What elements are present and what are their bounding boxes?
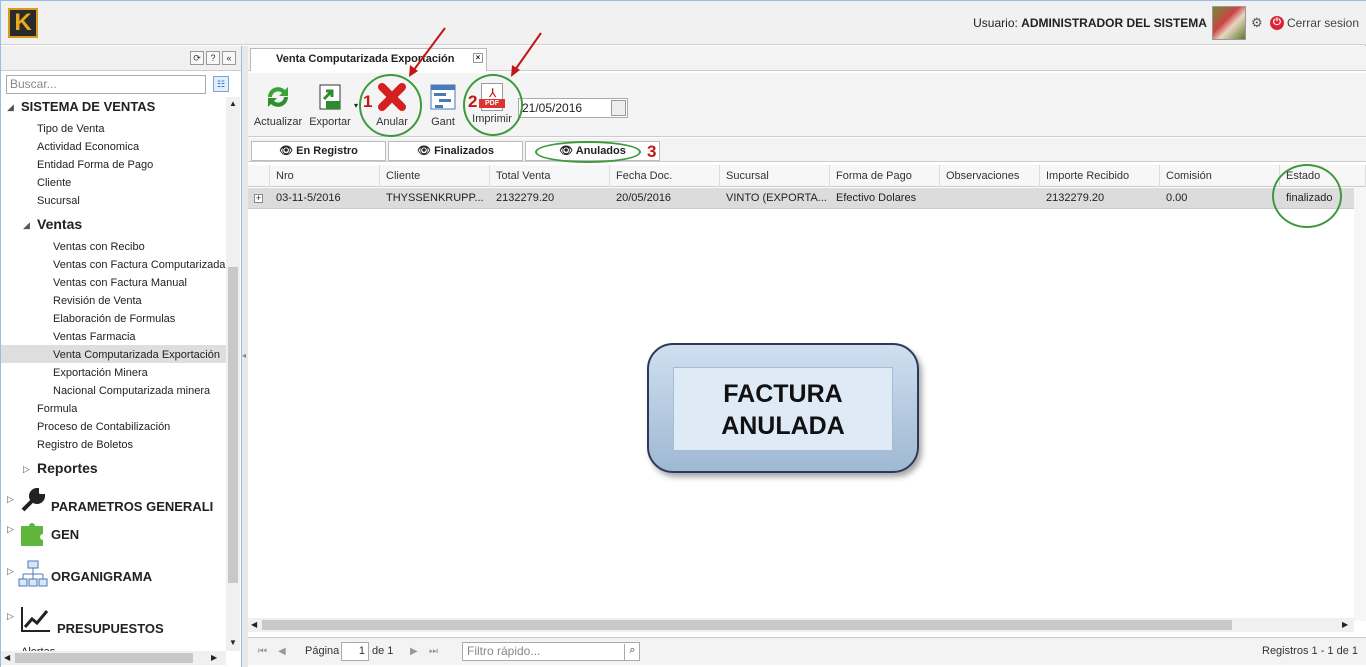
arrow-head-icon [511, 65, 520, 77]
annotation-arrow-1 [412, 27, 446, 72]
annotation-circle-anulados [535, 141, 641, 163]
annotation-number-2: 2 [468, 92, 478, 111]
annotation-arrows [409, 27, 542, 77]
callout-line-1: FACTURA [723, 380, 843, 408]
callout-line-2: ANULADA [721, 412, 845, 440]
annotation-number-3: 3 [647, 142, 657, 161]
app-window: K Usuario: ADMINISTRADOR DEL SISTEMA ⚙ ⏻… [0, 0, 1366, 667]
annotation-circle-estado [1272, 164, 1342, 228]
annotation-number-1: 1 [363, 92, 373, 111]
annotation-arrow-2 [514, 32, 542, 71]
callout-text: FACTURA ANULADA [673, 367, 893, 451]
callout-box: FACTURA ANULADA [647, 343, 919, 473]
